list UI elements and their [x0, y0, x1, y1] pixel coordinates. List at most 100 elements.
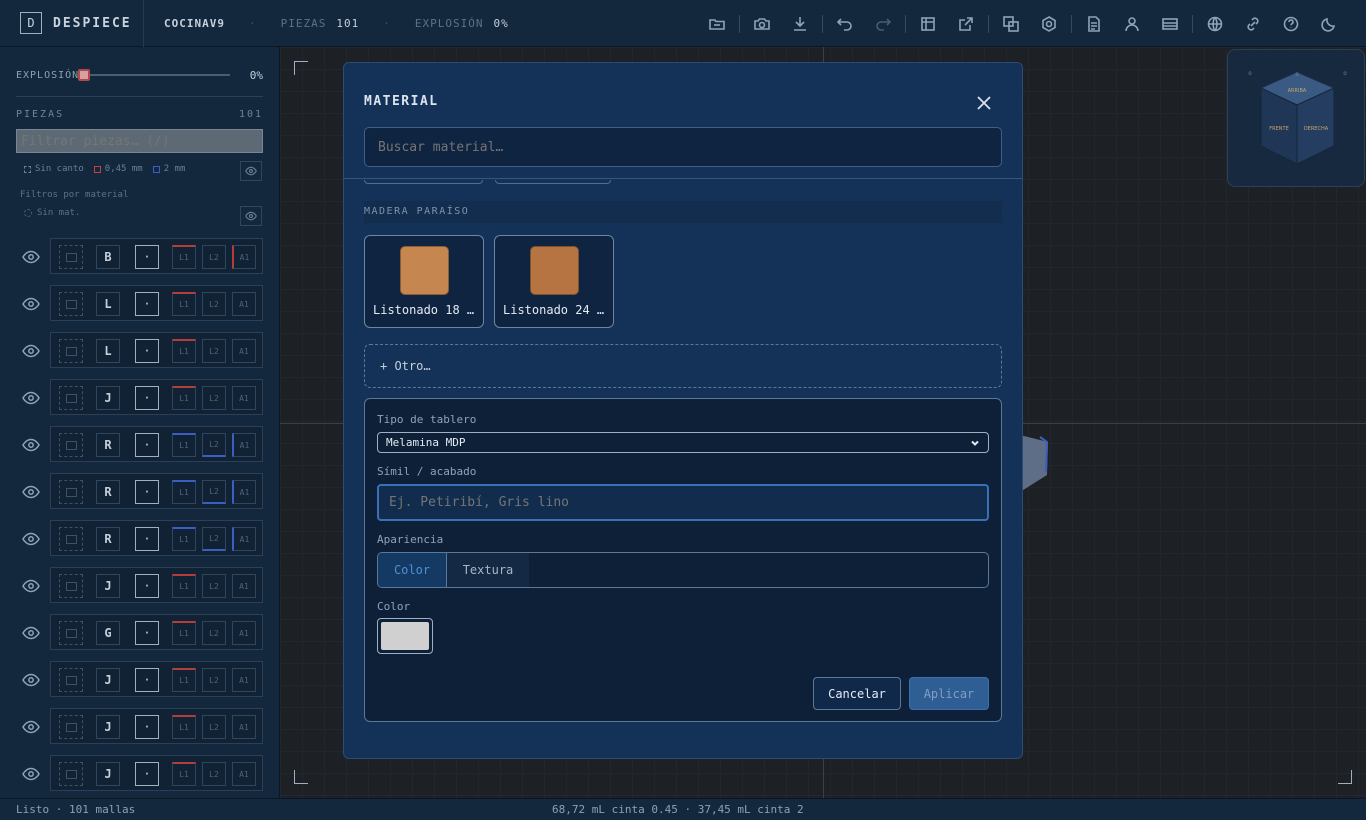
appearance-texture-option[interactable]: Textura [447, 553, 529, 587]
undo-icon[interactable] [826, 10, 864, 38]
piece-card[interactable]: B · L1 L2 A1 [50, 238, 263, 274]
copy-icon[interactable] [59, 621, 83, 645]
appearance-color-option[interactable]: Color [378, 553, 447, 587]
edge-l2-toggle[interactable]: L2 [202, 386, 226, 410]
material-card-partial[interactable] [364, 180, 483, 184]
piece-letter[interactable]: J [96, 762, 120, 786]
help-icon[interactable] [1272, 10, 1310, 38]
edge-l2-toggle[interactable]: L2 [202, 433, 226, 457]
piece-material-dot[interactable]: · [135, 527, 159, 551]
copy-icon[interactable] [59, 339, 83, 363]
piece-row[interactable]: R · L1 L2 A1 [0, 469, 279, 516]
edge-a1-toggle[interactable]: A1 [232, 339, 256, 363]
eye-icon[interactable] [22, 390, 40, 405]
edge-l1-toggle[interactable]: L1 [172, 386, 196, 410]
piece-material-dot[interactable]: · [135, 762, 159, 786]
copy-icon[interactable] [59, 433, 83, 457]
piece-row[interactable]: G · L1 L2 A1 [0, 610, 279, 657]
piece-card[interactable]: J · L1 L2 A1 [50, 567, 263, 603]
duplicate-icon[interactable] [992, 10, 1030, 38]
piece-material-dot[interactable]: · [135, 386, 159, 410]
copy-icon[interactable] [59, 715, 83, 739]
edge-l2-toggle[interactable]: L2 [202, 715, 226, 739]
download-icon[interactable] [781, 10, 819, 38]
piece-card[interactable]: J · L1 L2 A1 [50, 379, 263, 415]
piece-letter[interactable]: L [96, 339, 120, 363]
piece-row[interactable]: R · L1 L2 A1 [0, 422, 279, 469]
edge-l2-toggle[interactable]: L2 [202, 762, 226, 786]
piece-letter[interactable]: B [96, 245, 120, 269]
piece-card[interactable]: R · L1 L2 A1 [50, 426, 263, 462]
piece-material-dot[interactable]: · [135, 433, 159, 457]
eye-icon[interactable] [22, 578, 40, 593]
piece-card[interactable]: J · L1 L2 A1 [50, 708, 263, 744]
toggle-edges-eye-button[interactable] [240, 161, 262, 181]
eye-icon[interactable] [22, 766, 40, 781]
slider-thumb[interactable] [78, 69, 90, 81]
finish-input[interactable] [377, 484, 989, 521]
piece-material-dot[interactable]: · [135, 480, 159, 504]
folder-icon[interactable] [698, 10, 736, 38]
material-card-partial[interactable] [495, 180, 611, 184]
toggle-material-eye-button[interactable] [240, 206, 262, 226]
piece-row[interactable]: L · L1 L2 A1 [0, 328, 279, 375]
piece-material-dot[interactable]: · [135, 574, 159, 598]
sin-mat-filter[interactable]: Sin mat. [24, 208, 80, 218]
piece-letter[interactable]: J [96, 715, 120, 739]
edge-l1-toggle[interactable]: L1 [172, 480, 196, 504]
piece-row[interactable]: J · L1 L2 A1 [0, 751, 279, 798]
piece-card[interactable]: L · L1 L2 A1 [50, 332, 263, 368]
user-icon[interactable] [1113, 10, 1151, 38]
settings-icon[interactable] [1030, 10, 1068, 38]
moon-icon[interactable] [1310, 10, 1348, 38]
piece-letter[interactable]: R [96, 480, 120, 504]
redo-icon[interactable] [864, 10, 902, 38]
copy-icon[interactable] [59, 762, 83, 786]
edge-l1-toggle[interactable]: L1 [172, 668, 196, 692]
eye-icon[interactable] [22, 531, 40, 546]
piece-row[interactable]: J · L1 L2 A1 [0, 563, 279, 610]
eye-icon[interactable] [22, 672, 40, 687]
eye-icon[interactable] [22, 249, 40, 264]
edge-l2-toggle[interactable]: L2 [202, 292, 226, 316]
edge-a1-toggle[interactable]: A1 [232, 574, 256, 598]
edge-l1-toggle[interactable]: L1 [172, 762, 196, 786]
cancel-button[interactable]: Cancelar [813, 677, 901, 710]
apply-button[interactable]: Aplicar [909, 677, 989, 710]
piece-row[interactable]: J · L1 L2 A1 [0, 657, 279, 704]
edge-a1-toggle[interactable]: A1 [232, 668, 256, 692]
piece-material-dot[interactable]: · [135, 715, 159, 739]
edge-l1-toggle[interactable]: L1 [172, 621, 196, 645]
copy-icon[interactable] [59, 668, 83, 692]
copy-icon[interactable] [59, 292, 83, 316]
edge-l2-toggle[interactable]: L2 [202, 480, 226, 504]
edge-l2-toggle[interactable]: L2 [202, 527, 226, 551]
edge-a1-toggle[interactable]: A1 [232, 527, 256, 551]
edge-l1-toggle[interactable]: L1 [172, 715, 196, 739]
piece-material-dot[interactable]: · [135, 339, 159, 363]
edge-a1-toggle[interactable]: A1 [232, 715, 256, 739]
piece-card[interactable]: G · L1 L2 A1 [50, 614, 263, 650]
piece-row[interactable]: R · L1 L2 A1 [0, 516, 279, 563]
edge-a1-toggle[interactable]: A1 [232, 245, 256, 269]
edge-l1-toggle[interactable]: L1 [172, 292, 196, 316]
piece-letter[interactable]: R [96, 433, 120, 457]
edge-l2-toggle[interactable]: L2 [202, 574, 226, 598]
globe-icon[interactable] [1196, 10, 1234, 38]
edge-a1-toggle[interactable]: A1 [232, 480, 256, 504]
edge-l1-toggle[interactable]: L1 [172, 527, 196, 551]
piece-card[interactable]: J · L1 L2 A1 [50, 661, 263, 697]
piece-letter[interactable]: L [96, 292, 120, 316]
piece-row[interactable]: J · L1 L2 A1 [0, 704, 279, 751]
piece-letter[interactable]: G [96, 621, 120, 645]
piece-card[interactable]: R · L1 L2 A1 [50, 473, 263, 509]
material-card[interactable]: Listonado 24 … [494, 235, 614, 328]
piece-material-dot[interactable]: · [135, 245, 159, 269]
edge-l1-toggle[interactable]: L1 [172, 574, 196, 598]
document-icon[interactable] [1075, 10, 1113, 38]
edge-a1-toggle[interactable]: A1 [232, 292, 256, 316]
piece-card[interactable]: R · L1 L2 A1 [50, 520, 263, 556]
link-icon[interactable] [1234, 10, 1272, 38]
piece-card[interactable]: J · L1 L2 A1 [50, 755, 263, 791]
copy-icon[interactable] [59, 574, 83, 598]
